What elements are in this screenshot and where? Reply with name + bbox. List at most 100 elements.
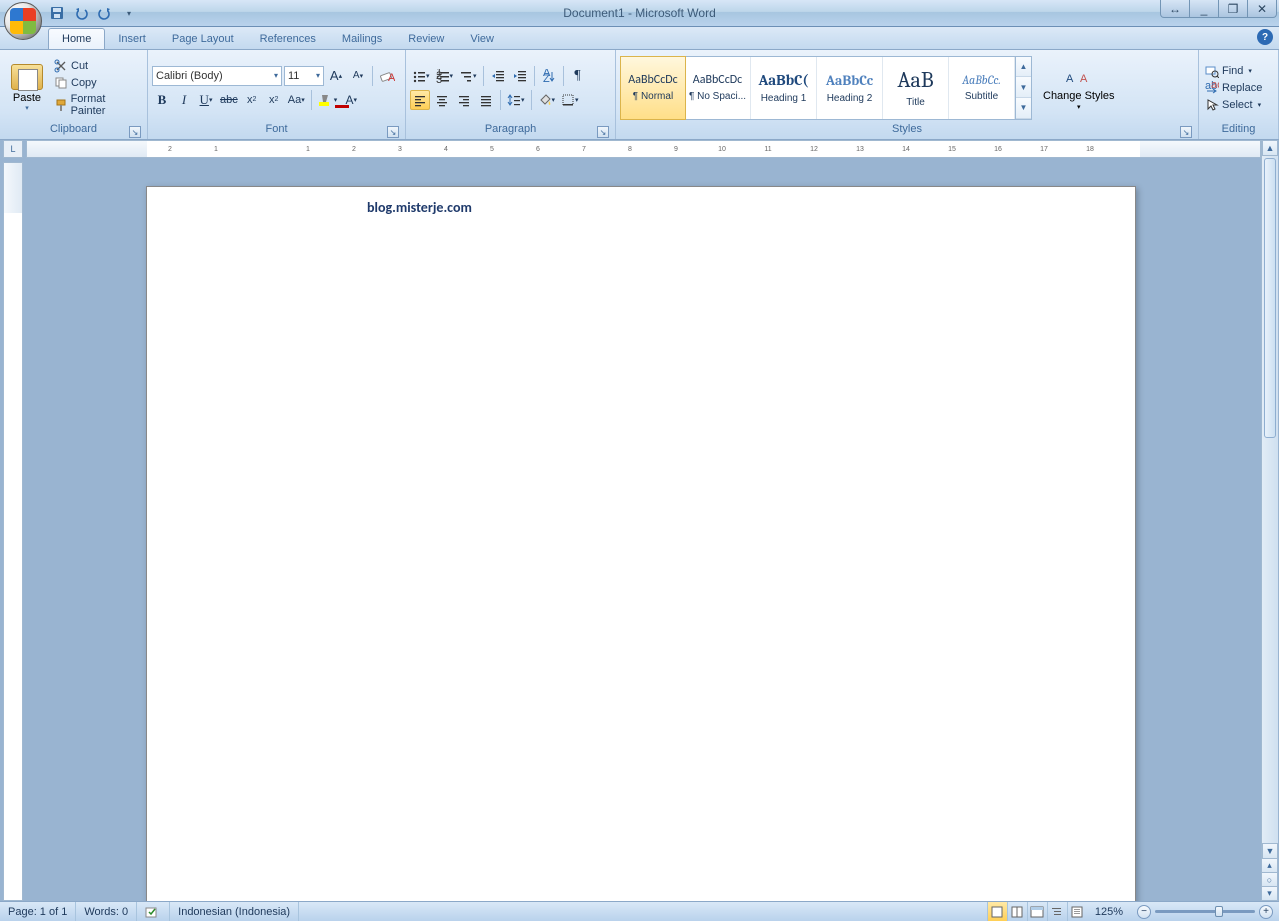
status-page[interactable]: Page: 1 of 1 [0,902,76,921]
tab-insert[interactable]: Insert [105,29,159,49]
maximize-button[interactable]: ❐ [1218,0,1248,18]
status-language[interactable]: Indonesian (Indonesia) [170,902,299,921]
sort-button[interactable]: AZ [539,66,559,86]
tab-page-layout[interactable]: Page Layout [159,29,247,49]
office-button[interactable] [4,2,42,40]
tab-mailings[interactable]: Mailings [329,29,395,49]
qat-customize-icon[interactable]: ▾ [120,4,138,22]
align-center-button[interactable] [432,90,452,110]
zoom-out-button[interactable]: − [1137,905,1151,919]
horizontal-ruler[interactable]: 21123456789101112131415161718 [26,140,1261,158]
zoom-track[interactable] [1155,910,1255,913]
zoom-thumb[interactable] [1215,906,1223,917]
style-title[interactable]: AaBTitle [883,57,949,119]
view-web-layout[interactable] [1027,902,1047,921]
find-button[interactable]: Find▾ [1203,63,1264,79]
view-outline[interactable] [1047,902,1067,921]
format-painter-button[interactable]: Format Painter [52,92,143,118]
select-button[interactable]: Select▾ [1203,97,1264,113]
style-subtitle[interactable]: AaBbCc.Subtitle [949,57,1015,119]
paragraph-launcher[interactable]: ↘ [597,126,609,138]
view-draft[interactable] [1067,902,1087,921]
save-icon[interactable] [48,4,66,22]
status-words[interactable]: Words: 0 [76,902,137,921]
style-normal[interactable]: AaBbCcDc¶ Normal [620,56,686,120]
next-page-button[interactable]: ▾ [1261,887,1278,901]
resize-button[interactable]: ↔ [1160,0,1190,18]
minimize-button[interactable]: _ [1189,0,1219,18]
font-name-combo[interactable]: Calibri (Body)▾ [152,66,282,86]
scroll-thumb[interactable] [1264,158,1276,438]
undo-icon[interactable] [72,4,90,22]
tab-references[interactable]: References [247,29,329,49]
increase-indent-button[interactable] [510,66,530,86]
gallery-more[interactable]: ▼ [1016,98,1031,119]
strikethrough-button[interactable]: abc [218,90,240,110]
title-bar: ▾ Document1 - Microsoft Word ↔ _ ❐ ✕ [0,0,1279,27]
paste-icon [11,64,43,90]
paste-button[interactable]: Paste ▾ [4,56,50,120]
zoom-level[interactable]: 125% [1087,902,1131,921]
bucket-icon [538,93,552,107]
style-heading1[interactable]: AaBbC(Heading 1 [751,57,817,119]
gallery-up[interactable]: ▲ [1016,57,1031,78]
scroll-up[interactable]: ▲ [1262,140,1278,156]
browse-object-button[interactable]: ○ [1261,873,1278,887]
clipboard-launcher[interactable]: ↘ [129,126,141,138]
decrease-indent-button[interactable] [488,66,508,86]
font-size-combo[interactable]: 11▾ [284,66,324,86]
close-button[interactable]: ✕ [1247,0,1277,18]
vertical-ruler[interactable] [3,162,23,901]
numbering-button[interactable]: 123▾ [434,66,456,86]
font-launcher[interactable]: ↘ [387,126,399,138]
view-print-layout[interactable] [987,902,1007,921]
styles-launcher[interactable]: ↘ [1180,126,1192,138]
change-styles-button[interactable]: AA Change Styles▾ [1036,56,1122,120]
zoom-slider: − + [1131,905,1279,919]
gallery-scroll: ▲ ▼ ▼ [1015,57,1031,119]
italic-button[interactable]: I [174,90,194,110]
tab-review[interactable]: Review [395,29,457,49]
view-full-screen[interactable] [1007,902,1027,921]
multilevel-button[interactable]: ▾ [457,66,479,86]
bullets-button[interactable]: ▾ [410,66,432,86]
help-icon[interactable]: ? [1257,29,1273,45]
shading-button[interactable]: ▾ [536,90,558,110]
document-area: blog.misterje.com [26,162,1261,901]
replace-button[interactable]: abacReplace [1203,80,1264,96]
clear-formatting-button[interactable]: A [377,66,397,86]
group-font: Calibri (Body)▾ 11▾ A▴ A▾ A B I U▾ abc x… [148,50,406,139]
bold-button[interactable]: B [152,90,172,110]
scroll-down[interactable]: ▼ [1262,843,1278,859]
line-spacing-button[interactable]: ▾ [505,90,527,110]
grow-font-button[interactable]: A▴ [326,66,346,86]
tab-home[interactable]: Home [48,28,105,49]
style-heading2[interactable]: AaBbCcHeading 2 [817,57,883,119]
page[interactable]: blog.misterje.com [146,186,1136,901]
zoom-in-button[interactable]: + [1259,905,1273,919]
indent-icon [513,69,527,83]
line-spacing-icon [507,93,521,107]
redo-icon[interactable] [96,4,114,22]
tab-view[interactable]: View [457,29,507,49]
justify-button[interactable] [476,90,496,110]
underline-button[interactable]: U▾ [196,90,216,110]
align-right-button[interactable] [454,90,474,110]
cut-button[interactable]: Cut [52,58,143,74]
shrink-font-button[interactable]: A▾ [348,66,368,86]
align-left-button[interactable] [410,90,430,110]
borders-button[interactable]: ▾ [559,90,581,110]
superscript-button[interactable]: x2 [264,90,284,110]
tab-selector[interactable]: L [3,140,23,158]
subscript-button[interactable]: x2 [242,90,262,110]
status-proofing[interactable] [137,902,170,921]
show-marks-button[interactable]: ¶ [568,66,588,86]
copy-button[interactable]: Copy [52,75,143,91]
change-case-button[interactable]: Aa▾ [286,90,307,110]
gallery-down[interactable]: ▼ [1016,77,1031,98]
prev-page-button[interactable]: ▴ [1261,859,1278,873]
style-no-spacing[interactable]: AaBbCcDc¶ No Spaci... [685,57,751,119]
vertical-scrollbar[interactable]: ▲ ▼ ▴ ○ ▾ [1261,140,1278,901]
font-color-button[interactable]: A▾ [341,90,361,110]
sort-icon: AZ [542,69,556,83]
